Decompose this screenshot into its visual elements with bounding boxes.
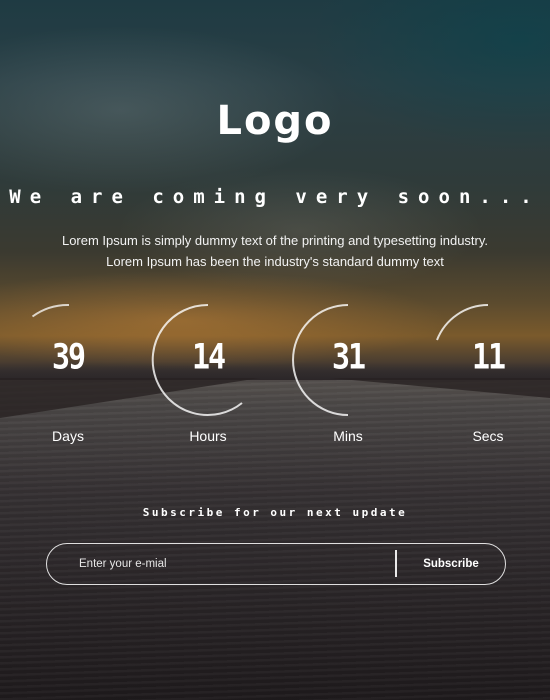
countdown-secs-value: 11 — [471, 337, 506, 378]
coming-soon-page: Logo We are coming very soon... Lorem Ip… — [0, 0, 550, 700]
countdown-days-label: Days — [52, 428, 84, 444]
countdown-mins: 31 Mins — [288, 300, 408, 460]
form-divider — [395, 550, 397, 577]
countdown-timer: 39 Days 14 Hours 31 Mins 11 Secs — [0, 300, 550, 460]
countdown-hours-label: Hours — [189, 428, 227, 444]
page-headline: We are coming very soon... — [9, 186, 541, 208]
subscribe-button[interactable]: Subscribe — [399, 544, 503, 583]
countdown-secs: 11 Secs — [428, 300, 548, 460]
lead-line: Lorem Ipsum has been the industry's stan… — [106, 254, 444, 269]
subscribe-heading: Subscribe for our next update — [142, 506, 408, 519]
email-field[interactable] — [79, 544, 389, 583]
countdown-hours: 14 Hours — [148, 300, 268, 460]
countdown-mins-value: 31 — [331, 337, 366, 378]
lead-line: Lorem Ipsum is simply dummy text of the … — [61, 233, 489, 248]
countdown-secs-label: Secs — [472, 428, 504, 444]
subscribe-form: Subscribe — [46, 543, 506, 585]
countdown-mins-label: Mins — [333, 428, 363, 444]
logo: Logo — [216, 98, 334, 144]
countdown-hours-value: 14 — [191, 337, 226, 378]
countdown-days-value: 39 — [51, 337, 86, 378]
countdown-days: 39 Days — [8, 300, 128, 460]
lead-text: Lorem Ipsum is simply dummy text of the … — [30, 230, 520, 272]
